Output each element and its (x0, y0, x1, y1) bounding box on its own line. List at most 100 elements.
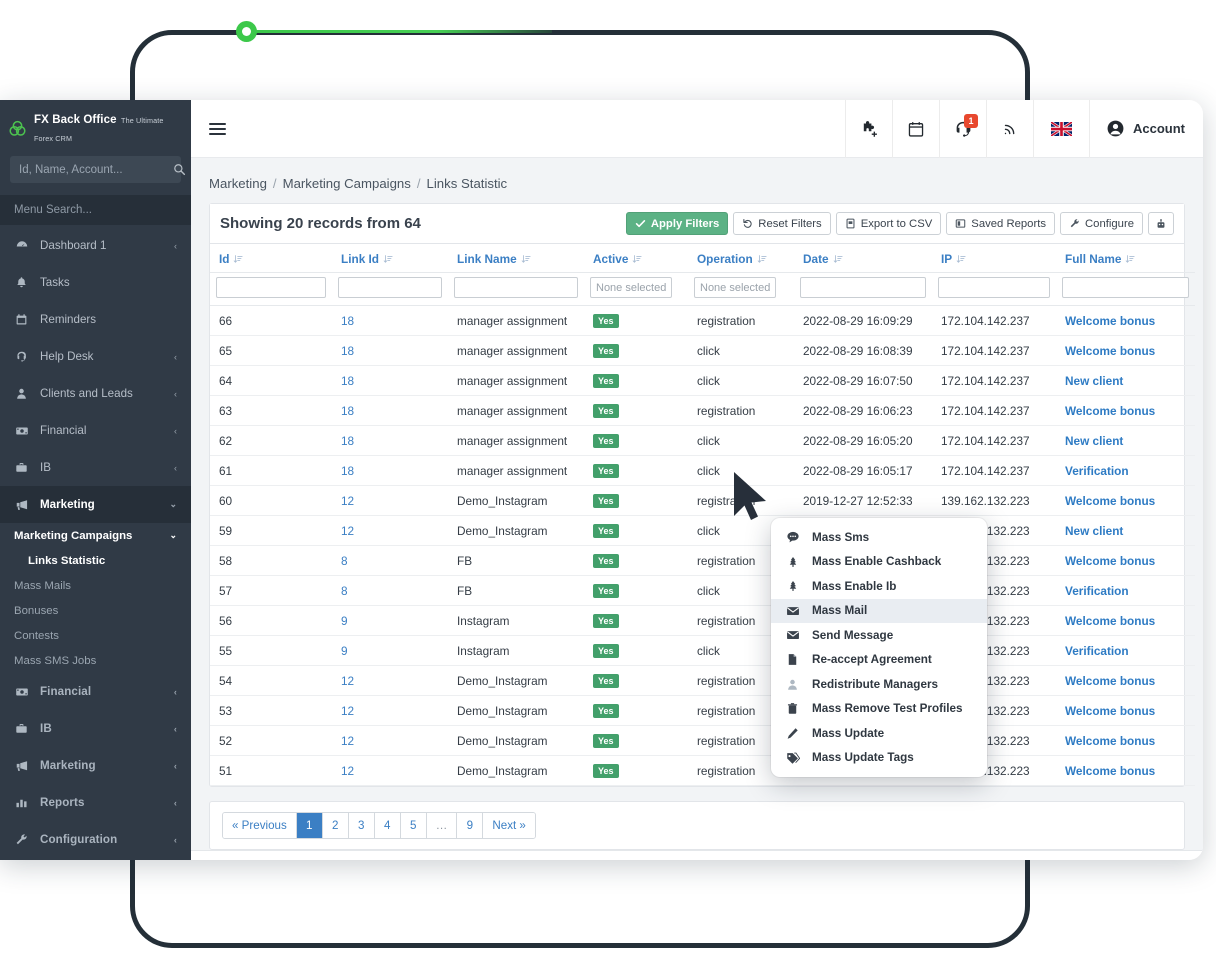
sidebar-subitem-bonuses[interactable]: Bonuses (0, 598, 191, 623)
sort-icon[interactable] (517, 252, 531, 266)
sidebar-item-clients-and-leads[interactable]: Clients and Leads ‹ (0, 375, 191, 412)
table-row[interactable]: 569InstagramYesregistration2019-12-27 12… (210, 605, 1195, 636)
pagination-previous[interactable]: « Previous (223, 813, 297, 838)
full-name-link[interactable]: New client (1065, 524, 1123, 538)
filter-input-field[interactable] (454, 277, 578, 298)
account-search-input[interactable] (19, 163, 173, 176)
context-menu-item-mass-remove-test-profiles[interactable]: Mass Remove Test Profiles (771, 697, 987, 722)
calendar-icon[interactable] (892, 100, 939, 158)
filter-input-link-id[interactable] (332, 272, 448, 306)
pagination-page-2[interactable]: 2 (322, 813, 349, 838)
context-menu-item-mass-sms[interactable]: Mass Sms (771, 525, 987, 550)
cell-full-name[interactable]: Verification (1056, 635, 1195, 666)
column-header-full-name[interactable]: Full Name (1056, 244, 1195, 273)
cell-link-id[interactable]: 9 (332, 605, 448, 636)
table-row[interactable]: 63 18 manager assignment Yes registration 202… (210, 395, 1195, 426)
full-name-link[interactable]: Welcome bonus (1065, 404, 1155, 418)
sidebar-item-dashboard-1[interactable]: Dashboard 1 ‹ (0, 227, 191, 264)
sidebar-subitem-contests[interactable]: Contests (0, 623, 191, 648)
cell-full-name[interactable]: Welcome bonus (1056, 395, 1195, 426)
cell-link-id[interactable]: 12 (332, 725, 448, 756)
full-name-link[interactable]: Verification (1065, 584, 1129, 598)
sidebar-subitem-mass-mails[interactable]: Mass Mails (0, 573, 191, 598)
full-name-link[interactable]: New client (1065, 374, 1123, 388)
context-menu-item-re-accept-agreement[interactable]: Re-accept Agreement (771, 648, 987, 673)
filter-input-ip[interactable] (932, 272, 1056, 306)
link-id-link[interactable]: 12 (341, 524, 354, 538)
pagination-page-5[interactable]: 5 (400, 813, 427, 838)
account-menu[interactable]: Account (1089, 100, 1203, 158)
menu-search-field[interactable]: Menu Search... (0, 195, 191, 225)
sort-icon[interactable] (1121, 252, 1135, 266)
table-row[interactable]: 65 18 manager assignment Yes click 2022-08-29… (210, 335, 1195, 366)
sort-icon[interactable] (753, 252, 767, 266)
table-row[interactable]: 5912Demo_InstagramYesclick2019-12-27 12:… (210, 515, 1195, 546)
breadcrumb-item[interactable]: Marketing (209, 176, 267, 191)
puzzle-plus-icon[interactable] (845, 100, 892, 158)
link-id-link[interactable]: 12 (341, 494, 354, 508)
full-name-link[interactable]: Welcome bonus (1065, 314, 1155, 328)
filter-input-field[interactable] (338, 277, 442, 298)
context-menu-item-redistribute-managers[interactable]: Redistribute Managers (771, 672, 987, 697)
cell-link-id[interactable]: 12 (332, 665, 448, 696)
cell-full-name[interactable]: Welcome bonus (1056, 485, 1195, 516)
cell-link-id[interactable]: 18 (332, 335, 448, 366)
table-row[interactable]: 5312Demo_InstagramYesregistration2019-12… (210, 695, 1195, 726)
filter-input-field[interactable] (216, 277, 326, 298)
full-name-link[interactable]: Welcome bonus (1065, 704, 1155, 718)
cell-link-id[interactable]: 18 (332, 395, 448, 426)
sidebar-subitem-links-statistic[interactable]: Links Statistic (0, 548, 191, 573)
filter-input-link-name[interactable] (448, 272, 584, 306)
full-name-link[interactable]: Welcome bonus (1065, 614, 1155, 628)
context-menu-item-mass-update-tags[interactable]: Mass Update Tags (771, 746, 987, 771)
sidebar-item-marketing[interactable]: Marketing ⌄ (0, 486, 191, 523)
sidebar-subitem-marketing-campaigns[interactable]: Marketing Campaigns ⌄ (0, 523, 191, 548)
link-id-link[interactable]: 12 (341, 734, 354, 748)
link-id-link[interactable]: 12 (341, 764, 354, 778)
sidebar-bottom-item-ib[interactable]: IB ‹ (0, 710, 191, 747)
cell-full-name[interactable]: New client (1056, 425, 1195, 456)
table-row[interactable]: 5212Demo_InstagramYesregistration2019-12… (210, 725, 1195, 756)
full-name-link[interactable]: Verification (1065, 644, 1129, 658)
column-header-operation[interactable]: Operation (688, 244, 794, 273)
table-row[interactable]: 62 18 manager assignment Yes click 2022-08-29… (210, 425, 1195, 456)
sidebar-item-tasks[interactable]: Tasks (0, 264, 191, 301)
column-header-id[interactable]: Id (210, 244, 332, 273)
sort-icon[interactable] (952, 252, 966, 266)
link-id-link[interactable]: 18 (341, 404, 354, 418)
cell-link-id[interactable]: 12 (332, 695, 448, 726)
cell-full-name[interactable]: Welcome bonus (1056, 335, 1195, 366)
context-menu-item-mass-enable-ib[interactable]: Mass Enable Ib (771, 574, 987, 599)
context-menu-item-mass-enable-cashback[interactable]: Mass Enable Cashback (771, 550, 987, 575)
apply-filters-button[interactable]: Apply Filters (625, 212, 729, 235)
cell-link-id[interactable]: 18 (332, 455, 448, 486)
sort-icon[interactable] (628, 252, 642, 266)
full-name-link[interactable]: New client (1065, 434, 1123, 448)
brand-logo[interactable]: FX Back Office The Ultimate Forex CRM (0, 100, 191, 156)
context-menu-item-mass-update[interactable]: Mass Update (771, 721, 987, 746)
table-row[interactable]: 61 18 manager assignment Yes click 2022-08-29… (210, 455, 1195, 486)
full-name-link[interactable]: Verification (1065, 464, 1129, 478)
support-headset-icon[interactable]: 1 (939, 100, 986, 158)
table-row[interactable]: 578FBYesclick2019-12-27 12:50:12139.162.… (210, 575, 1195, 606)
cell-link-id[interactable]: 12 (332, 515, 448, 546)
uk-flag-icon[interactable] (1033, 100, 1089, 158)
table-row[interactable]: 588FBYesregistration2019-12-27 12:50:391… (210, 545, 1195, 576)
table-row[interactable]: 64 18 manager assignment Yes click 2022-08-29… (210, 365, 1195, 396)
cell-full-name[interactable]: New client (1056, 515, 1195, 546)
filter-input-field[interactable] (800, 277, 926, 298)
column-header-active[interactable]: Active (584, 244, 688, 273)
filter-select-active[interactable]: None selected (584, 272, 688, 306)
cell-link-id[interactable]: 12 (332, 485, 448, 516)
table-row[interactable]: 60 12 Demo_Instagram Yes registration 2019-12… (210, 485, 1195, 516)
column-header-link-id[interactable]: Link Id (332, 244, 448, 273)
breadcrumb-item[interactable]: Marketing Campaigns (283, 176, 411, 191)
link-id-link[interactable]: 18 (341, 314, 354, 328)
filter-select-operation[interactable]: None selected (688, 272, 794, 306)
link-id-link[interactable]: 8 (341, 554, 348, 568)
table-row[interactable]: 5112Demo_InstagramYesregistration2019-12… (210, 755, 1195, 786)
sort-icon[interactable] (379, 252, 393, 266)
cell-full-name[interactable]: Welcome bonus (1056, 305, 1195, 336)
cell-link-id[interactable]: 18 (332, 305, 448, 336)
sidebar-item-financial[interactable]: Financial ‹ (0, 412, 191, 449)
